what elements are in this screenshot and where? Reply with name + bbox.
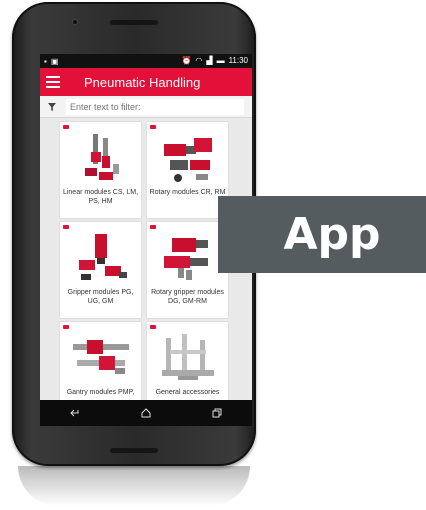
flag-icon xyxy=(63,125,69,129)
recents-button[interactable] xyxy=(205,403,229,423)
card-label: Rotary modules CR, RM xyxy=(149,189,226,196)
notification-icon: ▪ xyxy=(44,56,47,66)
category-grid: Linear modules CS, LM, PS, HM Rotary mod… xyxy=(60,122,232,418)
card-label: Rotary gripper modules DG, GM-RM xyxy=(151,289,224,305)
linear-module-image xyxy=(84,134,119,180)
bottom-speaker xyxy=(110,448,158,453)
battery-icon: ▬ xyxy=(216,56,225,65)
rotary-gripper-image xyxy=(163,238,208,280)
signal-icon: ▟ xyxy=(206,56,213,65)
category-card-gripper-modules[interactable]: Gripper modules PG, UG, GM xyxy=(60,222,141,318)
earpiece-speaker xyxy=(110,20,158,25)
rotary-module-image xyxy=(163,138,212,182)
flag-icon xyxy=(150,325,156,329)
image-icon: ▣ xyxy=(50,56,59,66)
home-icon xyxy=(141,408,151,418)
back-icon xyxy=(70,409,79,417)
category-card-linear-modules[interactable]: Linear modules CS, LM, PS, HM xyxy=(60,122,141,218)
card-label: Gantry modules PMP, xyxy=(66,389,135,396)
category-card-rotary-gripper-modules[interactable]: Rotary gripper modules DG, GM-RM xyxy=(147,222,228,318)
status-time: 11:30 xyxy=(228,56,248,65)
app-badge: App xyxy=(218,196,426,273)
hamburger-icon xyxy=(46,76,60,78)
status-bar: ▪ ▣ ⏰ ◠ ▟ ▬ 11:30 xyxy=(40,54,252,68)
card-label: Linear modules CS, LM, PS, HM xyxy=(62,189,139,205)
app-badge-label: App xyxy=(283,209,381,260)
filter-funnel-icon xyxy=(44,102,60,111)
wifi-icon: ◠ xyxy=(195,56,203,65)
gripper-module-image xyxy=(78,234,127,280)
filter-bar xyxy=(40,96,252,118)
alarm-icon: ⏰ xyxy=(181,56,192,65)
gantry-module-image xyxy=(72,340,129,374)
filter-input[interactable] xyxy=(66,98,244,115)
card-label: General accessories xyxy=(155,389,220,396)
flag-icon xyxy=(150,225,156,229)
home-button[interactable] xyxy=(134,403,158,423)
phone-reflection xyxy=(18,466,250,506)
category-card-rotary-modules[interactable]: Rotary modules CR, RM xyxy=(147,122,228,218)
flag-icon xyxy=(150,125,156,129)
app-toolbar: Pneumatic Handling xyxy=(40,68,252,96)
card-label: Gripper modules PG, UG, GM xyxy=(67,289,134,305)
navigation-bar xyxy=(40,400,252,426)
flag-icon xyxy=(63,225,69,229)
app-title: Pneumatic Handling xyxy=(84,74,201,90)
back-button[interactable] xyxy=(63,403,87,423)
recents-icon xyxy=(212,408,222,418)
menu-button[interactable] xyxy=(44,71,66,93)
accessories-image xyxy=(161,334,214,380)
flag-icon xyxy=(63,325,69,329)
front-camera xyxy=(72,19,78,25)
